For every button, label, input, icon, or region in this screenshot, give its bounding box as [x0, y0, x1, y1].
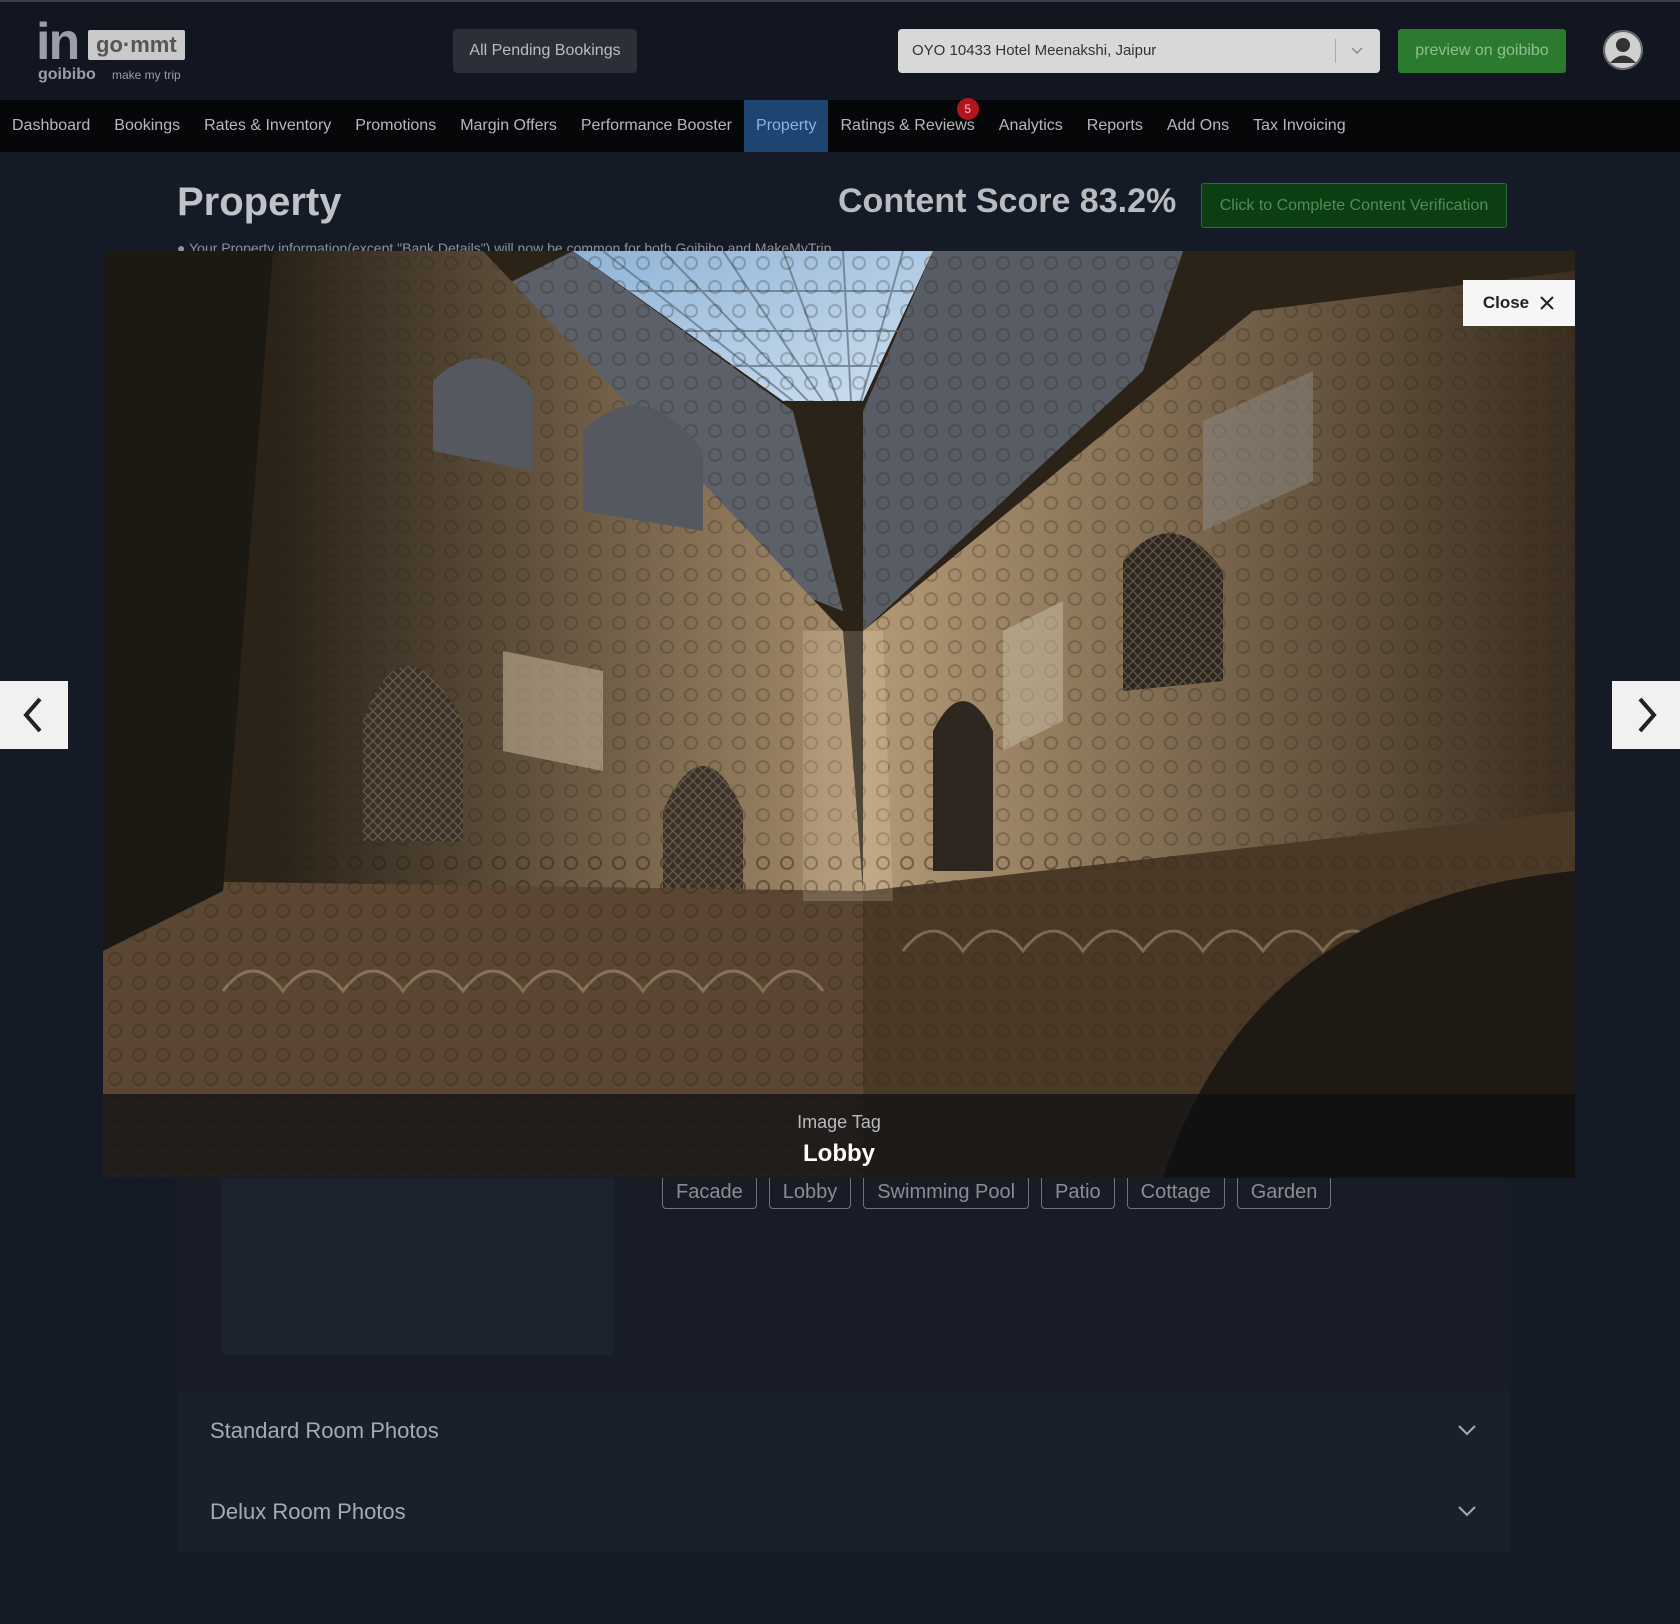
- image-tag-value: Lobby: [803, 1140, 875, 1167]
- lightbox-close-button[interactable]: Close: [1463, 280, 1575, 326]
- top-header: in go·mmt goibibo make my trip All Pendi…: [0, 0, 1680, 100]
- ingommt-logo[interactable]: in go·mmt goibibo make my trip: [36, 16, 196, 88]
- image-caption: Image Tag Lobby: [103, 1094, 1575, 1178]
- tag-garden[interactable]: Garden: [1236, 1175, 1332, 1209]
- page-title: Property: [177, 180, 342, 224]
- nav-ratings-reviews-label: Ratings & Reviews: [840, 117, 975, 134]
- nav-tax-invoicing[interactable]: Tax Invoicing: [1241, 100, 1358, 152]
- close-label: Close: [1482, 293, 1530, 312]
- image-tag-label: Image Tag: [797, 1112, 881, 1132]
- tag-patio[interactable]: Patio: [1041, 1175, 1115, 1209]
- content-score: Content Score 83.2%: [838, 182, 1177, 220]
- nav-rates-inventory[interactable]: Rates & Inventory: [192, 100, 343, 152]
- close-icon: [1540, 296, 1554, 310]
- chevron-left-icon: [23, 697, 42, 733]
- all-pending-bookings-button[interactable]: All Pending Bookings: [453, 29, 637, 73]
- logo-gommt-text: go·mmt: [88, 30, 185, 60]
- accordion-delux-room-photos[interactable]: Delux Room Photos: [177, 1472, 1510, 1552]
- chevron-right-icon: [1638, 697, 1657, 733]
- nav-margin-offers[interactable]: Margin Offers: [448, 100, 569, 152]
- select-separator: [1335, 39, 1336, 63]
- logo-goibibo-text: goibibo: [38, 66, 96, 83]
- accordion-standard-room-photos[interactable]: Standard Room Photos: [177, 1391, 1510, 1472]
- previous-image-button[interactable]: [0, 681, 68, 749]
- accordion-label: Standard Room Photos: [210, 1418, 439, 1443]
- chevron-down-icon[interactable]: [1348, 39, 1366, 63]
- nav-bookings[interactable]: Bookings: [102, 100, 192, 152]
- accordion-label: Delux Room Photos: [210, 1499, 406, 1524]
- photo-upload-area[interactable]: [221, 1175, 614, 1355]
- nav-reports[interactable]: Reports: [1075, 100, 1155, 152]
- image-lightbox: Image Tag Lobby: [103, 251, 1575, 1178]
- user-avatar-icon[interactable]: [1603, 30, 1643, 70]
- nav-analytics[interactable]: Analytics: [987, 100, 1075, 152]
- nav-dashboard[interactable]: Dashboard: [0, 100, 102, 152]
- notification-badge: 5: [956, 98, 979, 120]
- next-image-button[interactable]: [1612, 681, 1680, 749]
- nav-add-ons[interactable]: Add Ons: [1155, 100, 1241, 152]
- logo-makemytrip-text: make my trip: [112, 68, 181, 82]
- preview-on-goibibo-button[interactable]: preview on goibibo: [1398, 29, 1566, 73]
- chevron-down-icon[interactable]: [1456, 1419, 1478, 1441]
- hotel-select-value: OYO 10433 Hotel Meenakshi, Jaipur: [912, 42, 1157, 59]
- main-nav: Dashboard Bookings Rates & Inventory Pro…: [0, 98, 1680, 152]
- nav-property[interactable]: Property: [744, 100, 829, 152]
- hotel-select[interactable]: OYO 10433 Hotel Meenakshi, Jaipur: [898, 29, 1380, 73]
- nav-promotions[interactable]: Promotions: [343, 100, 448, 152]
- tag-lobby[interactable]: Lobby: [768, 1175, 852, 1209]
- content-verification-button[interactable]: Click to Complete Content Verification: [1201, 183, 1507, 228]
- nav-performance-booster[interactable]: Performance Booster: [569, 100, 744, 152]
- tag-swimming-pool[interactable]: Swimming Pool: [863, 1175, 1030, 1209]
- logo-in-text: in: [36, 13, 80, 71]
- nav-ratings-reviews[interactable]: Ratings & Reviews 5: [828, 98, 986, 152]
- tag-facade[interactable]: Facade: [662, 1175, 757, 1209]
- tag-cottage[interactable]: Cottage: [1126, 1175, 1225, 1209]
- image-tag-list: Facade Lobby Swimming Pool Patio Cottage…: [662, 1175, 1332, 1209]
- lobby-photo: [103, 251, 1575, 1178]
- chevron-down-icon[interactable]: [1456, 1500, 1478, 1522]
